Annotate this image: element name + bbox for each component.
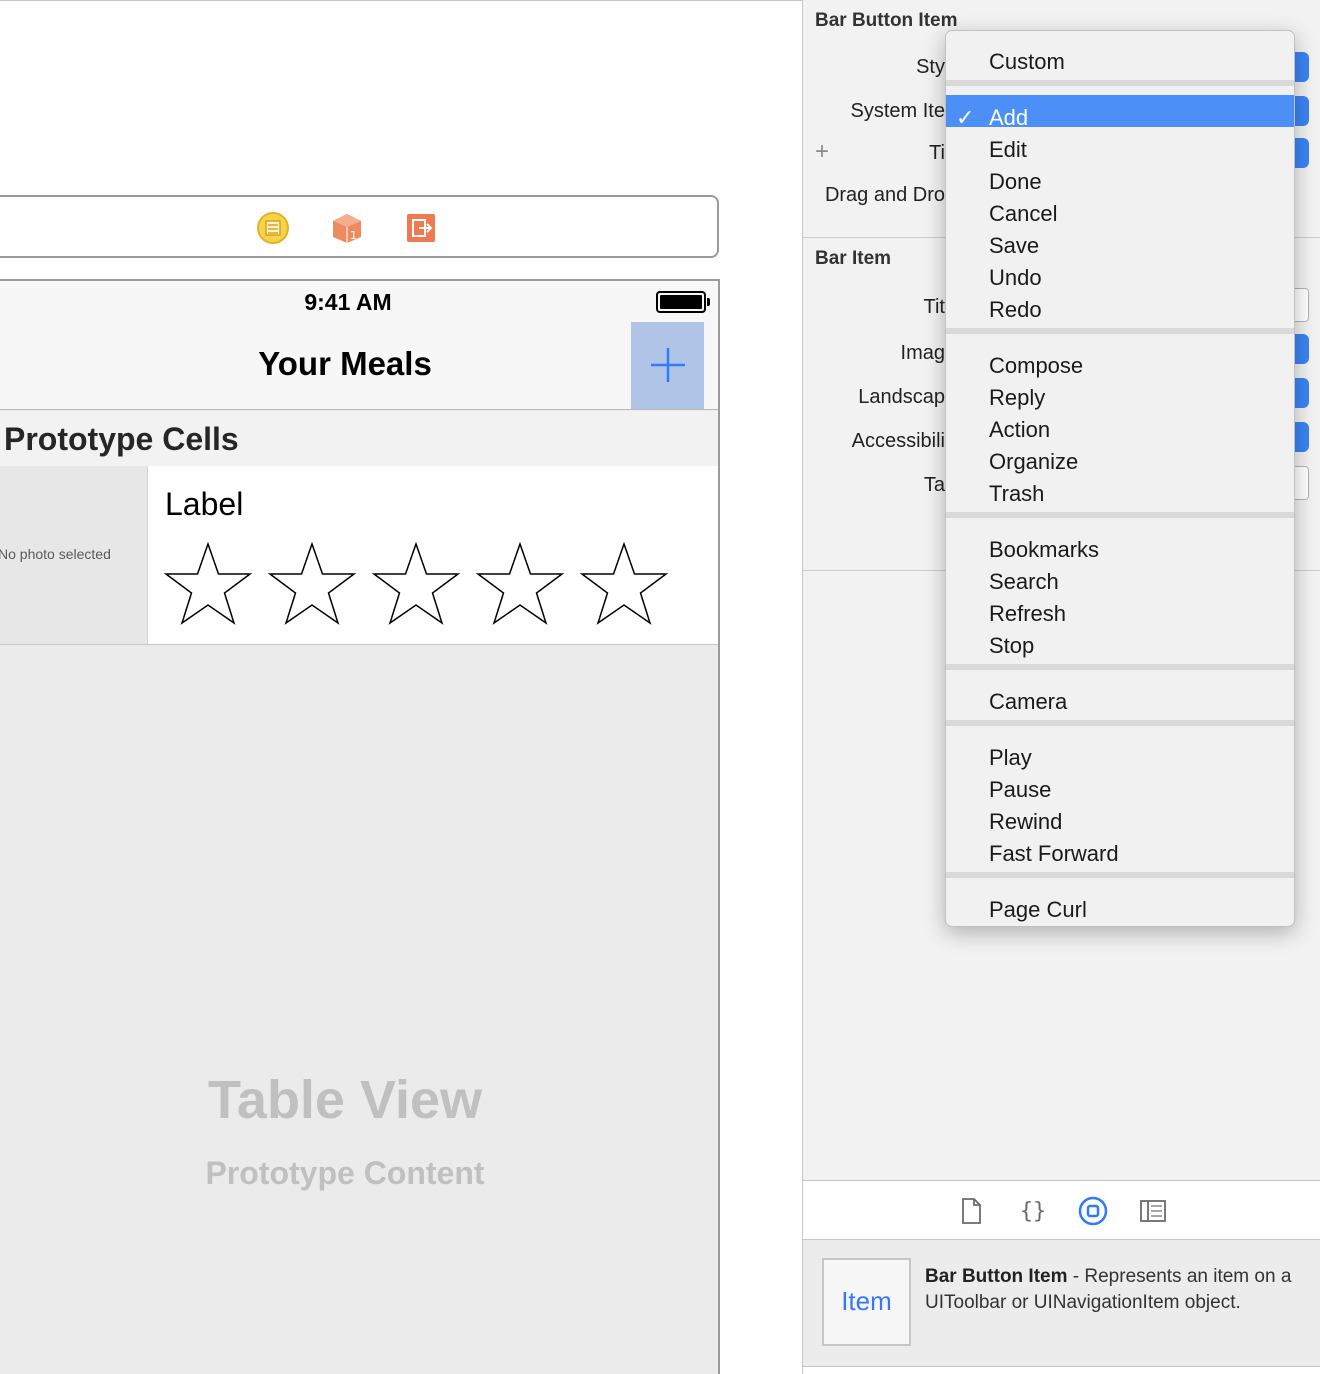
menu-item-bookmarks[interactable]: Bookmarks bbox=[946, 527, 1294, 562]
section-header: Prototype Cells bbox=[0, 411, 718, 466]
menu-item-trash[interactable]: Trash bbox=[946, 471, 1294, 506]
status-time: 9:41 AM bbox=[304, 289, 392, 315]
menu-item-label: Trash bbox=[989, 481, 1045, 506]
menu-item-done[interactable]: Done bbox=[946, 159, 1294, 194]
rating-star-icon[interactable] bbox=[580, 542, 668, 626]
menu-separator bbox=[946, 872, 1294, 878]
rating-star-icon[interactable] bbox=[164, 542, 252, 626]
bar-button-item-thumbnail[interactable]: Item bbox=[822, 1258, 911, 1346]
system-item-menu[interactable]: Custom ✓ Add Edit Done Cancel Save Undo Redo Comp… bbox=[945, 30, 1295, 927]
svg-text:1: 1 bbox=[350, 229, 357, 242]
menu-item-organize[interactable]: Organize bbox=[946, 439, 1294, 474]
thumbnail-label: Item bbox=[841, 1286, 892, 1316]
inspector-tab-bar: {} bbox=[803, 1180, 1320, 1240]
menu-item-reply[interactable]: Reply bbox=[946, 375, 1294, 410]
bar-button-item-section-title: Bar Button Item bbox=[815, 10, 958, 31]
menu-item-label: Camera bbox=[989, 689, 1068, 714]
nav-title[interactable]: Your Meals bbox=[0, 345, 698, 383]
exit-icon[interactable] bbox=[404, 211, 438, 245]
menu-item-camera[interactable]: Camera bbox=[946, 679, 1294, 714]
menu-item-save[interactable]: Save bbox=[946, 223, 1294, 258]
view-controller-icon[interactable] bbox=[256, 211, 290, 245]
iphone-frame: 9:41 AM Your Meals Prototype Cells No ph… bbox=[0, 279, 720, 1374]
bar-item-section-title: Bar Item bbox=[815, 248, 892, 269]
style-label: Sty bbox=[916, 56, 945, 78]
menu-item-add[interactable]: ✓ Add bbox=[946, 95, 1294, 130]
image-label: Imag bbox=[900, 342, 945, 364]
storyboard-canvas: 1 9:41 AM Your Meals Prototype Cells No … bbox=[0, 0, 802, 1374]
menu-item-play[interactable]: Play bbox=[946, 735, 1294, 770]
bottom-strip bbox=[803, 1366, 1320, 1374]
menu-separator bbox=[946, 80, 1294, 86]
rating-star-icon[interactable] bbox=[372, 542, 460, 626]
file-inspector-icon[interactable] bbox=[955, 1195, 987, 1227]
photo-placeholder-text: No photo selected bbox=[0, 546, 111, 562]
scene-dock: 1 bbox=[0, 195, 719, 258]
help-description: Bar Button Item - Represents an item on … bbox=[925, 1264, 1305, 1316]
help-item-name: Bar Button Item bbox=[925, 1266, 1068, 1287]
menu-item-custom[interactable]: Custom bbox=[946, 39, 1294, 74]
quick-help-icon[interactable]: {} bbox=[1017, 1195, 1049, 1227]
menu-item-undo[interactable]: Undo bbox=[946, 255, 1294, 290]
rating-star-icon[interactable] bbox=[268, 542, 356, 626]
menu-item-search[interactable]: Search bbox=[946, 559, 1294, 594]
battery-nub bbox=[707, 298, 710, 306]
bar-item-title-label: Tit bbox=[923, 296, 945, 318]
menu-item-stop[interactable]: Stop bbox=[946, 623, 1294, 658]
menu-separator bbox=[946, 664, 1294, 670]
prototype-content-placeholder: Prototype Content bbox=[205, 1155, 485, 1191]
menu-item-label: Redo bbox=[989, 297, 1042, 322]
menu-separator bbox=[946, 328, 1294, 334]
menu-separator bbox=[946, 512, 1294, 518]
menu-item-label: Stop bbox=[989, 633, 1035, 658]
menu-item-page-curl[interactable]: Page Curl bbox=[946, 887, 1294, 922]
menu-item-refresh[interactable]: Refresh bbox=[946, 591, 1294, 626]
navigation-bar: 9:41 AM Your Meals bbox=[0, 281, 718, 410]
title-label: Ti bbox=[929, 142, 945, 164]
prototype-cell[interactable]: No photo selected Label bbox=[0, 466, 718, 645]
identity-inspector-icon[interactable] bbox=[1077, 1195, 1109, 1227]
menu-item-pause[interactable]: Pause bbox=[946, 767, 1294, 802]
plus-icon bbox=[651, 348, 685, 382]
menu-item-redo[interactable]: Redo bbox=[946, 287, 1294, 322]
add-button[interactable] bbox=[631, 322, 704, 409]
accessibility-label: Accessibili bbox=[851, 430, 945, 452]
first-responder-icon[interactable]: 1 bbox=[330, 211, 364, 245]
rating-star-icon[interactable] bbox=[476, 542, 564, 626]
system-item-label: System Ite bbox=[850, 100, 945, 122]
landscape-label: Landscap bbox=[858, 386, 945, 408]
menu-separator bbox=[946, 720, 1294, 726]
menu-item-action[interactable]: Action bbox=[946, 407, 1294, 442]
section-title: Prototype Cells bbox=[4, 421, 239, 457]
menu-item-label: Page Curl bbox=[989, 897, 1087, 922]
menu-item-fast-forward[interactable]: Fast Forward bbox=[946, 831, 1294, 866]
menu-item-compose[interactable]: Compose bbox=[946, 343, 1294, 378]
battery-icon bbox=[656, 291, 706, 313]
table-view-placeholder: Table View bbox=[207, 1070, 483, 1130]
photo-image-view[interactable]: No photo selected bbox=[0, 466, 148, 644]
object-library-help: Item Bar Button Item - Represents an ite… bbox=[803, 1240, 1320, 1366]
drag-drop-label: Drag and Dro bbox=[824, 184, 945, 206]
svg-text:{}: {} bbox=[1020, 1199, 1047, 1224]
menu-item-cancel[interactable]: Cancel bbox=[946, 191, 1294, 226]
menu-item-label: Fast Forward bbox=[989, 841, 1119, 866]
menu-item-label: Custom bbox=[989, 49, 1065, 74]
menu-item-edit[interactable]: Edit bbox=[946, 127, 1294, 162]
tag-label: Ta bbox=[923, 474, 945, 496]
menu-item-rewind[interactable]: Rewind bbox=[946, 799, 1294, 834]
cell-label[interactable]: Label bbox=[165, 486, 243, 523]
attributes-inspector-icon[interactable] bbox=[1137, 1195, 1169, 1227]
